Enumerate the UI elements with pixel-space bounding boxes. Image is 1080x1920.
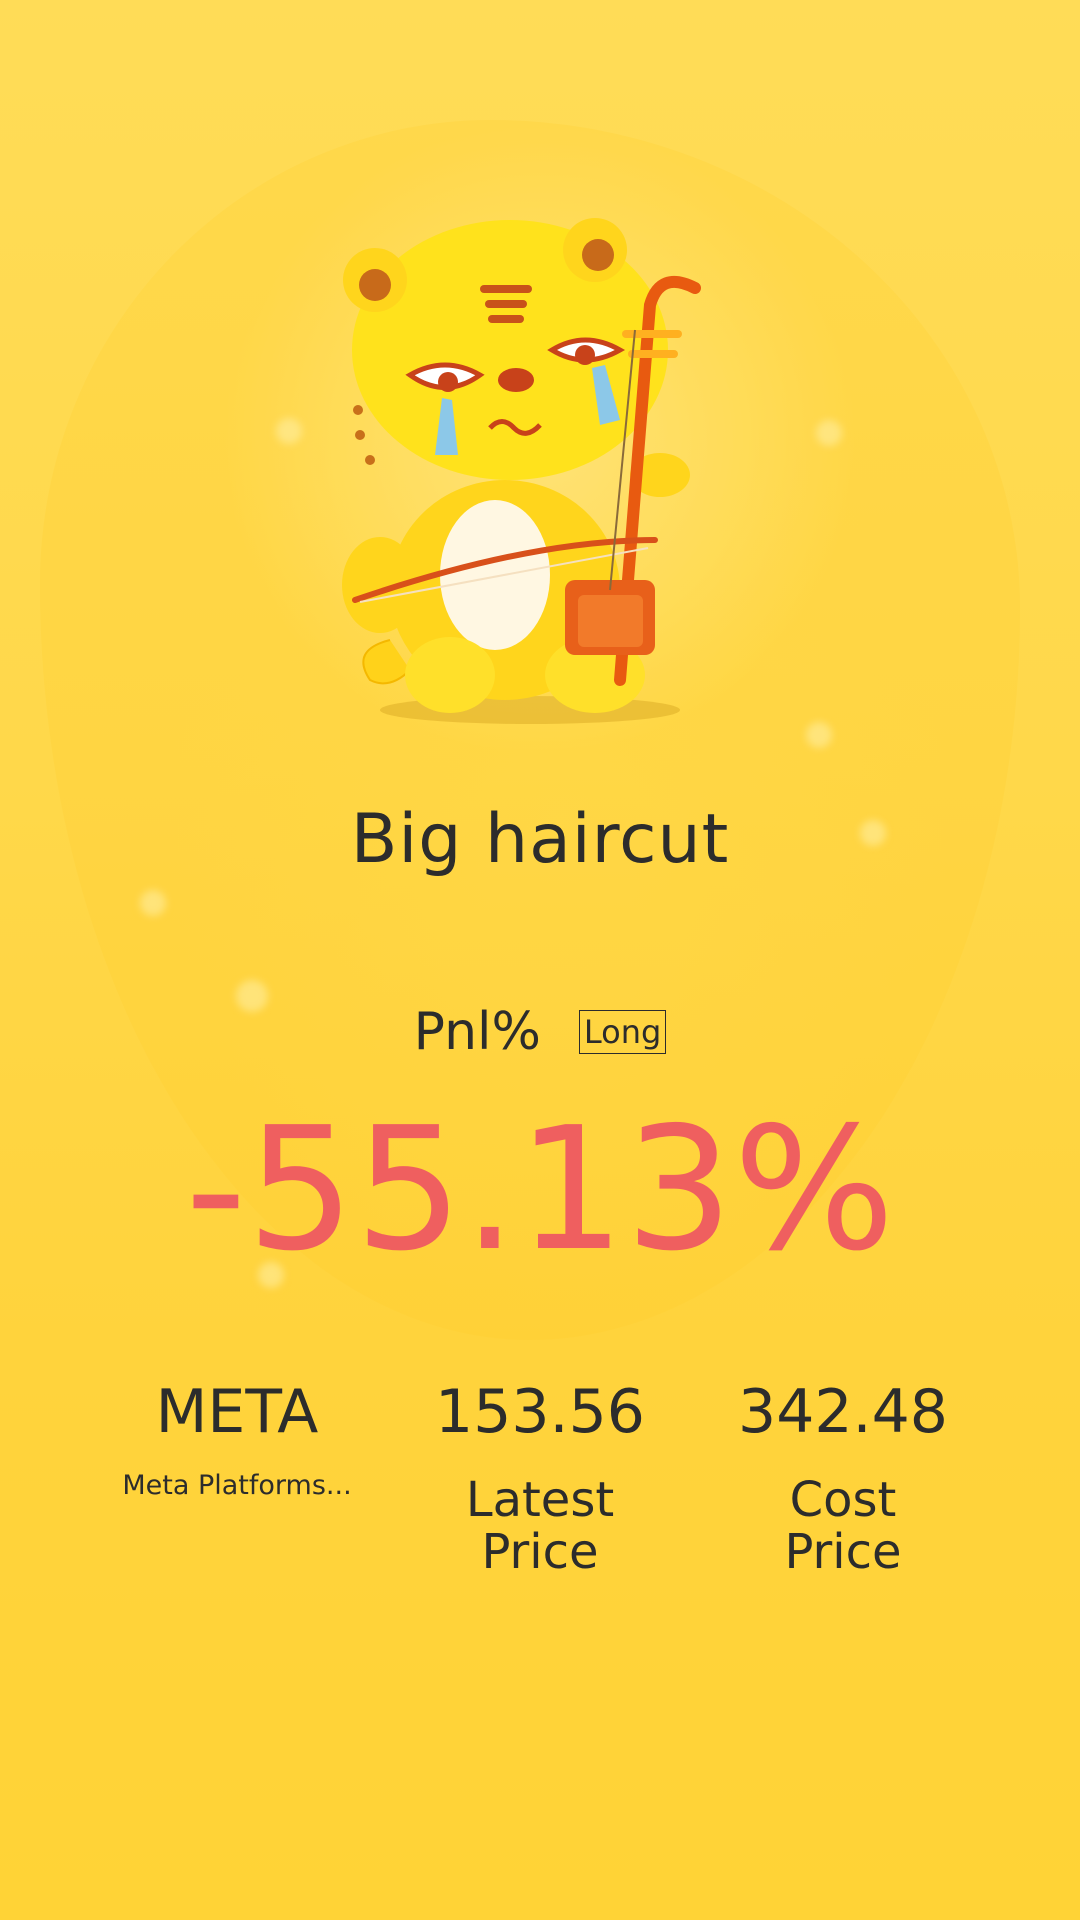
cost-price-label-line1: Cost [789, 1472, 897, 1528]
latest-price-label-line2: Price [481, 1524, 599, 1580]
sparkle-icon [806, 722, 832, 748]
sparkle-icon [816, 420, 842, 446]
latest-price-value: 153.56 [435, 1377, 645, 1447]
latest-price-label-line1: Latest [465, 1472, 615, 1528]
cost-price-block: 342.48 Cost Price [693, 1378, 993, 1578]
latest-price-label: Latest Price [390, 1474, 690, 1578]
sparkle-icon [140, 890, 166, 916]
result-headline: Big haircut [350, 800, 730, 879]
sparkle-icon [276, 418, 302, 444]
latest-price-block: 153.56 Latest Price [390, 1378, 690, 1578]
pnl-header: Pnl% Long [0, 1002, 1080, 1062]
pnl-percentage: -55.13% [185, 1091, 895, 1289]
stock-ticker: META [155, 1377, 319, 1447]
cost-price-label-line2: Price [784, 1524, 902, 1580]
stock-ticker-block: META Meta Platforms... [87, 1378, 387, 1501]
cost-price-value: 342.48 [738, 1377, 948, 1447]
stock-name: Meta Platforms... [122, 1470, 352, 1501]
pnl-label: Pnl% [413, 1002, 541, 1062]
position-badge: Long [578, 1010, 667, 1054]
crying-tiger-mascot-icon [330, 210, 730, 730]
cost-price-label: Cost Price [693, 1474, 993, 1578]
